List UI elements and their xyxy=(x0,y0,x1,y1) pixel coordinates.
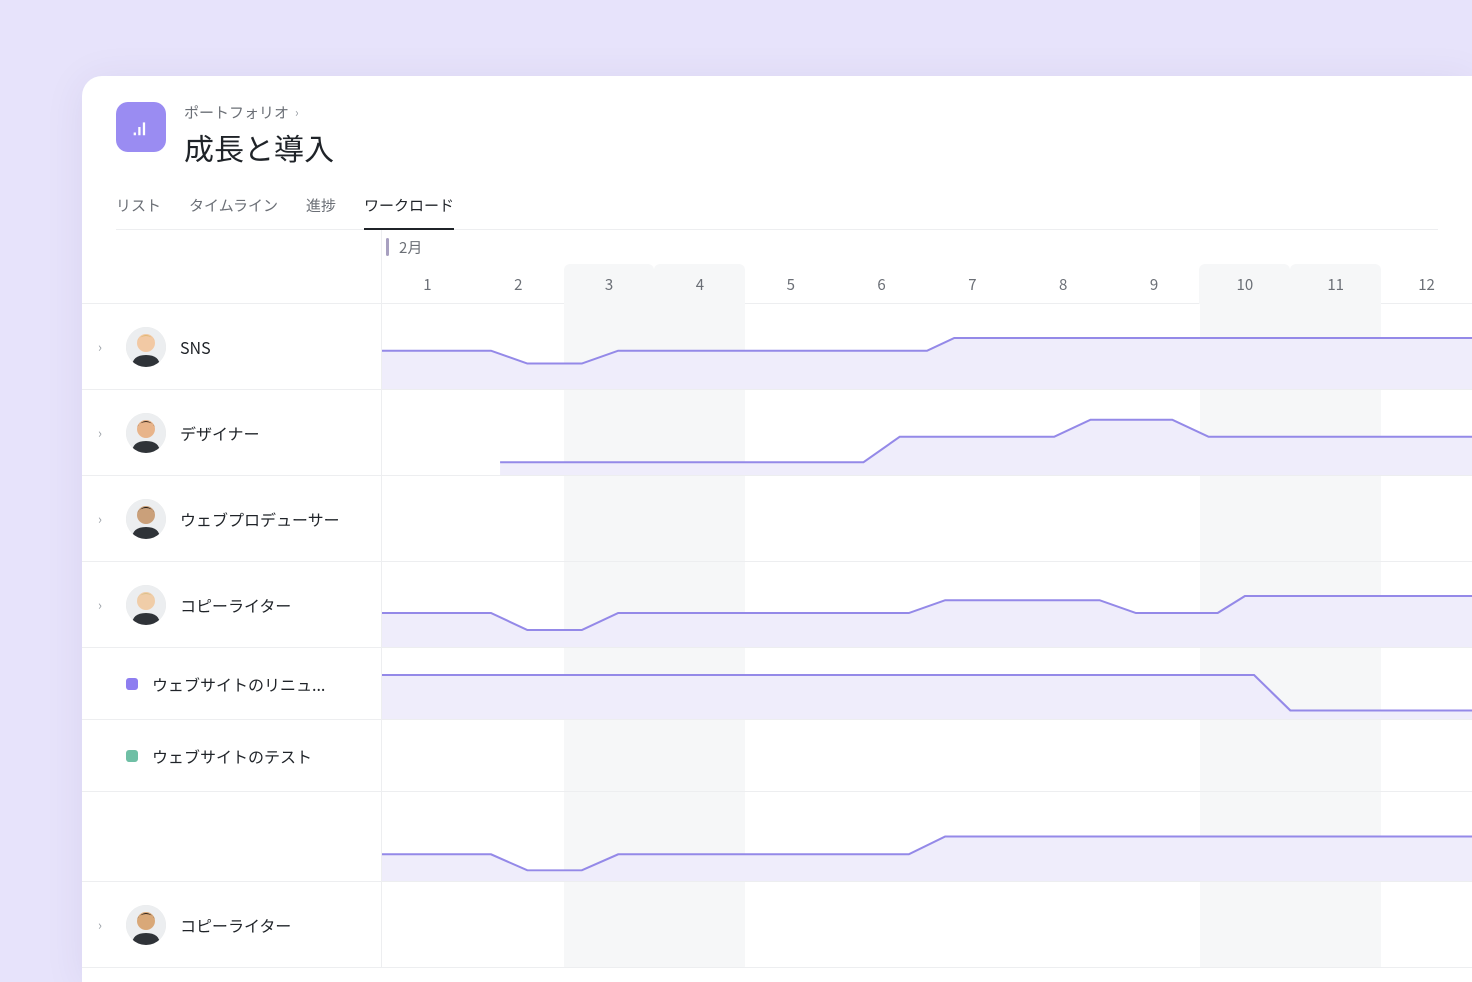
tab-progress[interactable]: 進捗 xyxy=(306,189,336,230)
row-timeline[interactable] xyxy=(382,390,1472,475)
day-cell[interactable]: 10 xyxy=(1199,264,1290,304)
task-row: ウェブサイトのテスト xyxy=(82,720,1472,792)
day-cell[interactable]: 11 xyxy=(1290,264,1381,304)
avatar[interactable] xyxy=(126,905,166,945)
app-window: ポートフォリオ › 成長と導入 リストタイムライン進捗ワークロード 2月 123… xyxy=(82,76,1472,982)
row-timeline[interactable] xyxy=(382,562,1472,647)
avatar[interactable] xyxy=(126,585,166,625)
day-cell[interactable]: 2 xyxy=(473,264,564,304)
task-label[interactable]: ウェブサイトのリニュ... xyxy=(152,672,325,696)
expand-chevron-icon[interactable]: › xyxy=(98,423,112,442)
row-timeline[interactable] xyxy=(382,476,1472,561)
workload-fill xyxy=(382,675,1472,719)
expand-chevron-icon[interactable]: › xyxy=(98,915,112,934)
day-cell[interactable]: 1 xyxy=(382,264,473,304)
row-left: › コピーライター xyxy=(82,562,382,647)
workload-fill xyxy=(382,837,1472,882)
workload-view: 2月 123456789101112 › SNS› デザイナー› ウェブプロデュ… xyxy=(82,230,1472,982)
row-timeline[interactable] xyxy=(382,882,1472,967)
day-cell[interactable]: 7 xyxy=(927,264,1018,304)
workload-fill xyxy=(500,420,1472,475)
tab-timeline[interactable]: タイムライン xyxy=(189,189,278,230)
day-cell[interactable]: 3 xyxy=(564,264,655,304)
avatar[interactable] xyxy=(126,413,166,453)
breadcrumb[interactable]: ポートフォリオ › xyxy=(184,102,334,123)
tab-workload[interactable]: ワークロード xyxy=(364,189,454,230)
portfolio-folder-icon xyxy=(116,102,166,152)
task-row: ウェブサイトのリニュ... xyxy=(82,648,1472,720)
day-cell[interactable]: 8 xyxy=(1018,264,1109,304)
header: ポートフォリオ › 成長と導入 リストタイムライン進捗ワークロード xyxy=(82,76,1472,230)
person-label: ウェブプロデューサー xyxy=(180,507,340,531)
page-title: 成長と導入 xyxy=(184,125,334,169)
day-cell[interactable]: 6 xyxy=(836,264,927,304)
row-left xyxy=(82,792,382,881)
expand-chevron-icon[interactable]: › xyxy=(98,595,112,614)
row-left: › デザイナー xyxy=(82,390,382,475)
month-marker-icon xyxy=(386,238,389,256)
row-left: ウェブサイトのテスト xyxy=(82,720,382,791)
person-label: SNS xyxy=(180,335,211,359)
month-row: 2月 xyxy=(382,230,1472,264)
person-label: コピーライター xyxy=(180,593,291,617)
day-cell[interactable]: 5 xyxy=(745,264,836,304)
row-timeline[interactable] xyxy=(382,720,1472,791)
person-row: › SNS xyxy=(82,304,1472,390)
avatar[interactable] xyxy=(126,327,166,367)
expand-chevron-icon[interactable]: › xyxy=(98,509,112,528)
workload-rows: › SNS› デザイナー› ウェブプロデューサー› コピーライターウェブサイトの… xyxy=(82,304,1472,982)
task-color-dot xyxy=(126,678,138,690)
tab-list[interactable]: リスト xyxy=(116,189,161,230)
timeline-header: 2月 123456789101112 xyxy=(82,230,1472,304)
person-label: コピーライター xyxy=(180,913,291,937)
person-row: › コピーライター xyxy=(82,882,1472,968)
row-left: › ウェブプロデューサー xyxy=(82,476,382,561)
workload-fill xyxy=(382,596,1472,647)
avatar[interactable] xyxy=(126,499,166,539)
task-color-dot xyxy=(126,750,138,762)
days-row: 123456789101112 xyxy=(382,264,1472,304)
row-left: › SNS xyxy=(82,304,382,389)
row-left: ウェブサイトのリニュ... xyxy=(82,648,382,719)
row-timeline[interactable] xyxy=(382,792,1472,881)
day-cell[interactable]: 12 xyxy=(1381,264,1472,304)
row-timeline[interactable] xyxy=(382,648,1472,719)
task-label[interactable]: ウェブサイトのテスト xyxy=(152,744,312,768)
day-cell[interactable]: 4 xyxy=(654,264,745,304)
person-row: › コピーライター xyxy=(82,562,1472,648)
expand-chevron-icon[interactable]: › xyxy=(98,337,112,356)
person-row: › デザイナー xyxy=(82,390,1472,476)
person-label: デザイナー xyxy=(180,421,260,445)
breadcrumb-label: ポートフォリオ xyxy=(184,102,289,123)
chevron-right-icon: › xyxy=(295,104,299,121)
row-left: › コピーライター xyxy=(82,882,382,967)
tabs: リストタイムライン進捗ワークロード xyxy=(116,189,1438,230)
month-label: 2月 xyxy=(399,237,422,258)
spacer-row xyxy=(82,792,1472,882)
day-cell[interactable]: 9 xyxy=(1109,264,1200,304)
row-timeline[interactable] xyxy=(382,304,1472,389)
person-row: › ウェブプロデューサー xyxy=(82,476,1472,562)
